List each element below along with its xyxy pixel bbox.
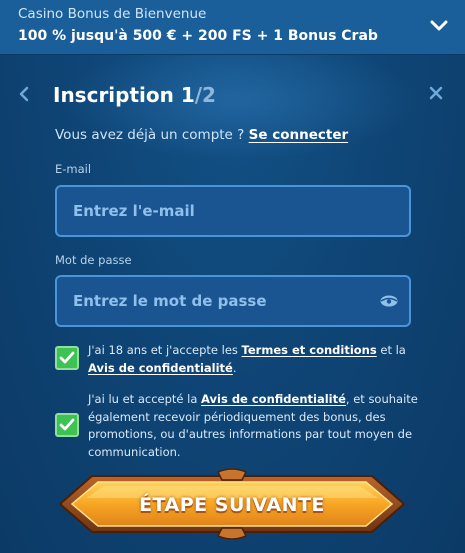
checkmark-icon: [59, 351, 75, 364]
email-field-container: [55, 185, 411, 237]
chevron-left-icon[interactable]: [16, 84, 32, 104]
terms-text-middle: et la: [376, 343, 406, 357]
password-label: Mot de passe: [55, 253, 132, 267]
login-link[interactable]: Se connecter: [249, 127, 349, 143]
marketing-text-before: J'ai lu et accepté la: [88, 392, 202, 406]
registration-page: Casino Bonus de Bienvenue 100 % jusqu'à …: [0, 0, 465, 553]
eye-icon[interactable]: [379, 293, 399, 309]
chevron-down-icon[interactable]: [428, 17, 450, 35]
close-icon[interactable]: [428, 85, 444, 101]
page-title-step: Inscription 1: [53, 83, 195, 107]
email-label: E-mail: [55, 162, 92, 176]
terms-consent-text: J'ai 18 ans et j'accepte les Termes et c…: [88, 342, 428, 377]
marketing-checkbox[interactable]: [55, 413, 79, 437]
next-step-button-container: ÉTAPE SUIVANTE: [52, 468, 412, 540]
terms-text-after: .: [232, 360, 237, 375]
bonus-offer: 100 % jusqu'à 500 € + 200 FS + 1 Bonus C…: [18, 28, 378, 44]
page-title-step-total: /2: [194, 83, 216, 107]
password-field-container: [55, 275, 411, 327]
password-field[interactable]: [57, 277, 409, 325]
marketing-consent-text: J'ai lu et accepté la Avis de confidenti…: [88, 391, 428, 461]
marketing-privacy-link[interactable]: Avis de confidentialité: [201, 392, 346, 406]
page-title: Inscription 1/2: [53, 83, 216, 107]
checkmark-icon: [59, 418, 75, 431]
next-step-button[interactable]: ÉTAPE SUIVANTE: [52, 468, 412, 540]
terms-checkbox[interactable]: [55, 346, 79, 370]
email-field[interactable]: [57, 187, 409, 235]
privacy-notice-link[interactable]: Avis de confidentialité: [88, 361, 233, 375]
login-prompt: Vous avez déjà un compte ? Se connecter: [55, 127, 348, 143]
terms-text-before: J'ai 18 ans et j'accepte les: [88, 343, 242, 357]
welcome-bonus-banner[interactable]: Casino Bonus de Bienvenue 100 % jusqu'à …: [0, 0, 465, 55]
login-prompt-text: Vous avez déjà un compte ?: [55, 127, 245, 143]
bonus-title: Casino Bonus de Bienvenue: [18, 6, 207, 22]
terms-conditions-link[interactable]: Termes et conditions: [242, 343, 377, 357]
